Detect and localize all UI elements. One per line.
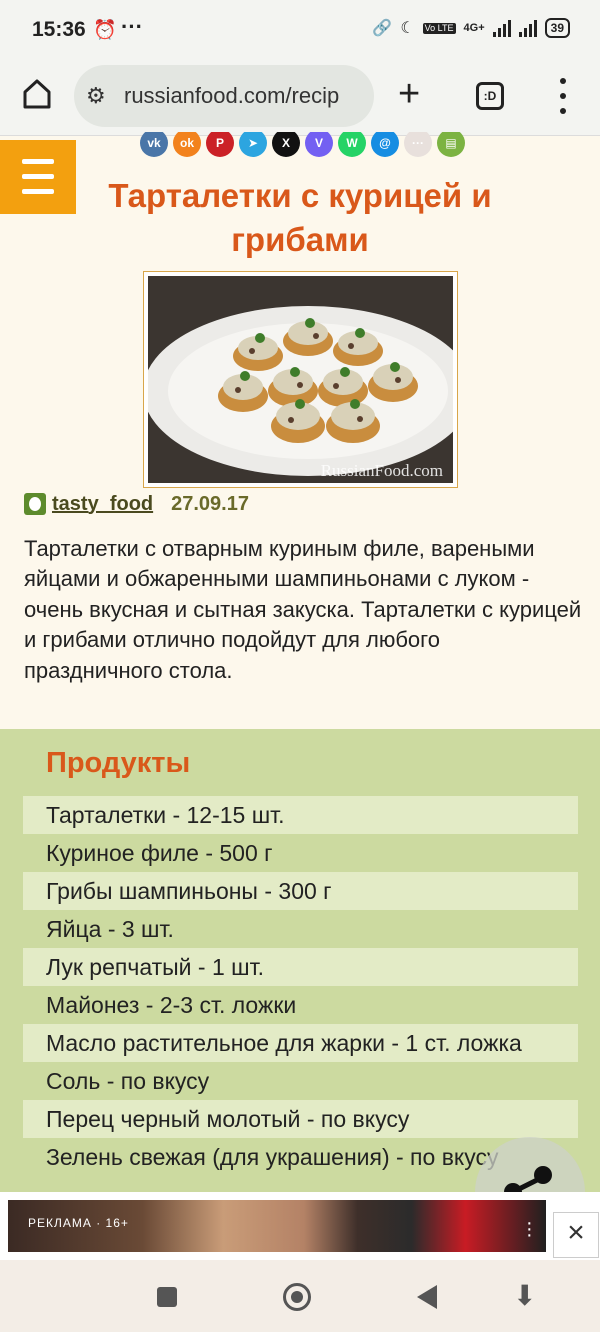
status-right: 🔗 ☾ Vo LTE 4G+ 39 xyxy=(372,18,570,38)
viber-icon[interactable]: V xyxy=(305,132,333,157)
author-line: tasty_food 27.09.17 xyxy=(24,491,249,517)
status-bar: 15:36 ⏰ ··· 🔗 ☾ Vo LTE 4G+ 39 xyxy=(0,0,600,60)
url-text[interactable]: russianfood.com/recip xyxy=(124,83,364,109)
product-item: Перец черный молотый - по вкусу xyxy=(23,1100,578,1138)
browser-toolbar: ⚙ russianfood.com/recip + :D xyxy=(0,60,600,136)
product-item: Соль - по вкусу xyxy=(46,1068,210,1094)
recipe-description: Тарталетки с отварным куриным филе, варе… xyxy=(24,536,582,683)
product-item: Лук репчатый - 1 шт. xyxy=(23,948,578,986)
more-share-icon[interactable]: ··· xyxy=(404,132,432,157)
x-icon[interactable]: X xyxy=(272,132,300,157)
new-tab-icon[interactable]: + xyxy=(398,74,420,114)
print-icon[interactable]: ▤ xyxy=(437,132,465,157)
assistant-button[interactable]: ⬇ xyxy=(513,1282,536,1310)
link-icon: 🔗 xyxy=(372,20,393,37)
ad-options-icon[interactable]: · · · xyxy=(526,1213,533,1245)
author-avatar-icon[interactable] xyxy=(24,493,46,515)
telegram-icon[interactable]: ➤ xyxy=(239,132,267,157)
ad-close-button[interactable]: × xyxy=(553,1212,599,1258)
whatsapp-icon[interactable]: W xyxy=(338,132,366,157)
products-section: Продукты Тарталетки - 12-15 шт. Куриное ф… xyxy=(0,729,600,1199)
author-link[interactable]: tasty_food xyxy=(52,493,153,516)
ad-banner[interactable]: РЕКЛАМА · 16+ · · · × xyxy=(0,1192,600,1260)
product-item: Майонез - 2-3 ст. ложки xyxy=(46,992,297,1018)
ad-badge: РЕКЛАМА · 16+ xyxy=(28,1216,129,1230)
product-item: Куриное филе - 500 г xyxy=(46,840,273,866)
hamburger-menu-button[interactable] xyxy=(0,140,76,214)
site-settings-icon[interactable]: ⚙ xyxy=(86,83,106,109)
product-item: Масло растительное для жарки - 1 ст. лож… xyxy=(23,1024,578,1062)
pinterest-icon[interactable]: P xyxy=(206,132,234,157)
address-bar[interactable]: ⚙ russianfood.com/recip xyxy=(74,65,374,127)
products-list: Тарталетки - 12-15 шт. Куриное филе - 500… xyxy=(23,796,578,1176)
status-more: ··· xyxy=(121,14,143,39)
back-button[interactable] xyxy=(417,1285,437,1309)
menu-icon[interactable] xyxy=(556,78,570,114)
vk-icon[interactable]: vk xyxy=(140,132,168,157)
tartlets-image: RussianFood.com xyxy=(148,276,453,483)
odnoklassniki-icon[interactable]: ok xyxy=(173,132,201,157)
product-item: Тарталетки - 12-15 шт. xyxy=(23,796,578,834)
volte-badge: Vo LTE xyxy=(422,22,456,34)
recipe-photo[interactable]: RussianFood.com xyxy=(143,271,458,488)
network-type: 4G+ xyxy=(463,22,485,34)
system-nav-bar: ⬇ xyxy=(0,1260,600,1332)
alarm-icon: ⏰ xyxy=(93,20,117,41)
signal-icon xyxy=(492,19,511,37)
tab-switcher-icon[interactable]: :D xyxy=(476,82,504,110)
signal-icon-2 xyxy=(518,19,537,37)
home-icon[interactable] xyxy=(22,78,52,110)
product-item: Грибы шампиньоны - 300 г xyxy=(23,872,578,910)
recents-button[interactable] xyxy=(157,1287,177,1307)
product-item: Яйца - 3 шт. xyxy=(46,916,174,942)
mailru-icon[interactable]: @ xyxy=(371,132,399,157)
recipe-title: Тарталетки с курицей и грибами xyxy=(108,177,492,258)
home-button[interactable] xyxy=(283,1283,311,1311)
do-not-disturb-icon: ☾ xyxy=(400,20,415,37)
battery-icon: 39 xyxy=(544,18,570,38)
share-icons-row: vk ok P ➤ X V W @ ··· ▤ xyxy=(140,132,465,158)
status-time: 15:36 xyxy=(32,18,86,41)
photo-watermark: RussianFood.com xyxy=(321,461,443,480)
products-heading: Продукты xyxy=(46,747,191,779)
ad-image[interactable]: РЕКЛАМА · 16+ · · · xyxy=(8,1200,546,1252)
publish-date: 27.09.17 xyxy=(171,492,249,515)
